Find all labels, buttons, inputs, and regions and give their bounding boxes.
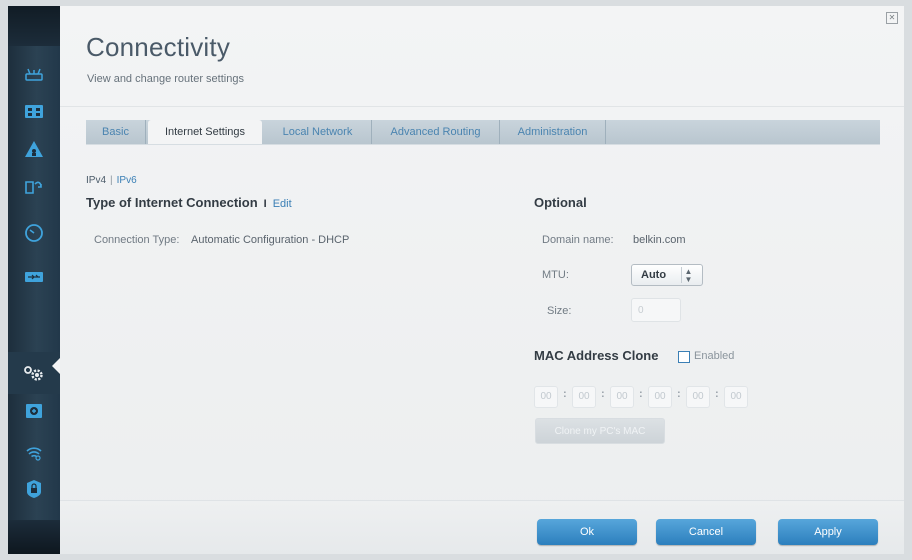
close-icon[interactable]: ✕ [886,12,898,24]
internet-connection-heading: Type of Internet Connection I Edit [86,195,292,210]
domain-name-value: belkin.com [633,234,686,246]
mac-separator: : [563,388,567,400]
edit-link[interactable]: Edit [273,198,292,210]
page-subtitle: View and change router settings [87,73,244,85]
tab-basic[interactable]: Basic [86,120,146,144]
mac-octet-field[interactable]: 00 [724,386,748,408]
cancel-button[interactable]: Cancel [656,519,756,545]
size-label: Size: [547,305,572,317]
sidebar-bottom [8,520,60,554]
media-prioritization-icon[interactable] [8,170,60,204]
mtu-selected-value: Auto [641,269,667,281]
mac-clone-enabled-checkbox[interactable] [678,351,690,363]
tab-advanced-routing[interactable]: Advanced Routing [372,120,500,144]
app-window: ✕ Connectivity View and change router se… [0,0,912,560]
mac-octet-field[interactable]: 00 [686,386,710,408]
mtu-label: MTU: [542,269,569,281]
connection-type-label: Connection Type: [94,234,180,246]
ip-separator: | [110,175,113,186]
wireless-icon[interactable] [8,436,60,470]
clone-mac-button[interactable]: Clone my PC's MAC [535,418,665,444]
ip-version-toggle: IPv4 | IPv6 [86,175,137,186]
ipv6-link[interactable]: IPv6 [117,175,137,186]
tab-local-network[interactable]: Local Network [264,120,372,144]
tab-internet-settings[interactable]: Internet Settings [148,120,262,144]
apply-button[interactable]: Apply [778,519,878,545]
mac-separator: : [639,388,643,400]
domain-name-label: Domain name: [542,234,614,246]
mac-separator: : [715,388,719,400]
mtu-select[interactable]: Auto ▲ ▼ [631,264,703,286]
page-title: Connectivity [86,32,231,62]
ipv4-link[interactable]: IPv4 [86,175,106,186]
sidebar [8,6,60,554]
ok-button[interactable]: Ok [537,519,637,545]
parental-controls-icon[interactable] [8,132,60,166]
mac-separator: : [601,388,605,400]
connection-type-value: Automatic Configuration - DHCP [191,234,350,246]
router-icon[interactable] [8,58,60,92]
tab-underline [86,144,880,145]
main-panel: ✕ Connectivity View and change router se… [60,6,904,554]
sidebar-top [8,6,60,46]
tab-administration[interactable]: Administration [500,120,606,144]
title-separator: I [263,198,267,210]
mac-octet-field[interactable]: 00 [534,386,558,408]
mac-clone-heading: MAC Address Clone [534,348,659,363]
mac-clone-enabled-label: Enabled [694,350,735,362]
internet-connection-title: Type of Internet Connection [86,195,258,210]
security-icon[interactable] [8,472,60,506]
mtu-size-input[interactable]: 0 [631,298,681,322]
device-list-icon[interactable] [8,94,60,128]
select-arrows-icon: ▲ ▼ [681,267,695,284]
usb-storage-icon[interactable] [8,260,60,294]
active-indicator-arrow [52,358,60,374]
tab-bar: Basic Internet Settings Local Network Ad… [86,120,880,144]
mac-separator: : [677,388,681,400]
troubleshooting-icon[interactable] [8,394,60,428]
mac-octet-field[interactable]: 00 [572,386,596,408]
optional-heading: Optional [534,195,587,210]
header-divider [60,106,904,107]
mac-octet-field[interactable]: 00 [610,386,634,408]
speed-test-icon[interactable] [8,216,60,250]
mac-octet-field[interactable]: 00 [648,386,672,408]
